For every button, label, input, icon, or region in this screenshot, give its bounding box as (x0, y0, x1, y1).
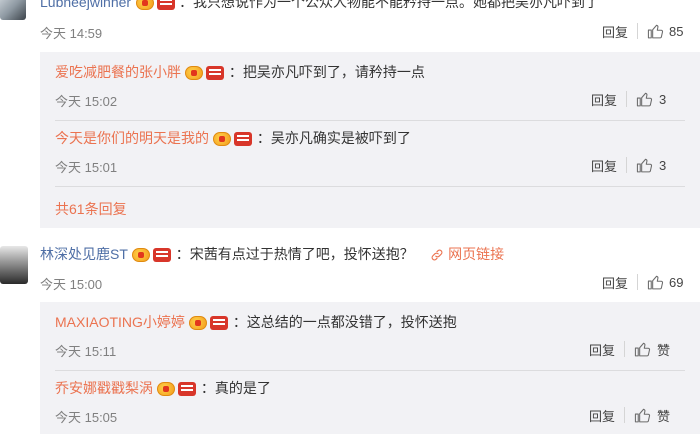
reply-button[interactable]: 回复 (591, 156, 617, 175)
reply-button[interactable]: 回复 (602, 22, 628, 41)
divider (55, 186, 685, 187)
comment-text: ：宋茜有点过于热情了吧，投怀送抱？ (175, 246, 414, 262)
level-badge-icon[interactable] (178, 381, 197, 396)
divider (637, 274, 639, 290)
divider (637, 23, 639, 39)
reply-username[interactable]: 爱吃减肥餐的张小胖 (55, 64, 181, 80)
level-badge-icon[interactable] (206, 65, 225, 80)
divider (55, 370, 685, 371)
thumbs-up-icon (636, 92, 653, 106)
reply-header: MAXIAOTING小婷婷 ：这总结的一点都没错了，投怀送抱 (55, 313, 457, 332)
reply-actions: 回复 3 (591, 89, 666, 109)
vip-badge-icon[interactable] (213, 131, 232, 146)
comment-actions: 回复 69 (602, 272, 683, 292)
level-badge-icon[interactable] (153, 247, 172, 262)
like-button[interactable]: 赞 (634, 340, 670, 359)
like-button[interactable]: 85 (647, 23, 683, 40)
reply-button[interactable]: 回复 (591, 90, 617, 109)
comment-username[interactable]: Lubneejwinner (40, 0, 131, 10)
web-link[interactable]: 网页链接 (430, 246, 504, 262)
reply-text: ：真的是了 (200, 380, 271, 396)
reply-actions: 回复 3 (591, 155, 666, 175)
reply-time: 今天 15:01 (55, 160, 118, 175)
like-count: 85 (669, 23, 684, 39)
like-button[interactable]: 3 (636, 157, 666, 174)
divider (55, 120, 685, 121)
reply-username[interactable]: 乔安娜戳戳梨涡 (55, 380, 153, 396)
vip-badge-icon[interactable] (189, 315, 208, 330)
avatar[interactable] (0, 0, 26, 20)
divider (626, 157, 628, 173)
reply-actions: 回复 赞 (589, 339, 670, 359)
like-button[interactable]: 赞 (634, 406, 670, 425)
vip-badge-icon[interactable] (132, 247, 151, 262)
reply-button[interactable]: 回复 (589, 340, 615, 359)
like-count: 3 (659, 91, 667, 107)
reply-header: 乔安娜戳戳梨涡 ：真的是了 (55, 379, 271, 398)
comment-header: Lubneejwinner ：我只想说作为一个公众人物能不能矜持一点。她都把吴亦… (40, 0, 599, 11)
reply-header: 爱吃减肥餐的张小胖 ：把吴亦凡吓到了，请矜持一点 (55, 63, 425, 82)
reply-text: ：吴亦凡确实是被吓到了 (256, 130, 411, 146)
divider (624, 407, 626, 423)
avatar[interactable] (0, 246, 28, 284)
reply-text: ：把吴亦凡吓到了，请矜持一点 (228, 64, 425, 80)
thumbs-up-icon (636, 158, 653, 172)
vip-badge-icon[interactable] (135, 0, 154, 10)
vip-badge-icon[interactable] (157, 381, 176, 396)
reply-username[interactable]: MAXIAOTING小婷婷 (55, 314, 185, 330)
comment-time: 今天 14:59 (40, 26, 103, 41)
vip-badge-icon[interactable] (185, 65, 204, 80)
reply-time: 今天 15:11 (55, 344, 117, 359)
more-replies-link[interactable]: 共61条回复 (55, 199, 127, 219)
divider (626, 91, 628, 107)
thumbs-up-icon (634, 342, 651, 356)
reply-text: ：这总结的一点都没错了，投怀送抱 (232, 314, 457, 330)
like-count: 3 (659, 157, 667, 173)
reply-time: 今天 15:05 (55, 410, 118, 425)
like-label: 赞 (657, 408, 671, 424)
like-count: 69 (669, 274, 684, 290)
reply-time: 今天 15:02 (55, 94, 118, 109)
reply-header: 今天是你们的明天是我的 ：吴亦凡确实是被吓到了 (55, 129, 411, 148)
web-link-label: 网页链接 (448, 246, 505, 262)
comment-text: ：我只想说作为一个公众人物能不能矜持一点。她都把吴亦凡吓到了 (178, 0, 599, 10)
reply-actions: 回复 赞 (589, 405, 670, 425)
level-badge-icon[interactable] (234, 131, 253, 146)
comment-actions: 回复 85 (602, 22, 683, 40)
level-badge-icon[interactable] (210, 315, 229, 330)
like-button[interactable]: 69 (647, 274, 683, 291)
reply-button[interactable]: 回复 (589, 406, 615, 425)
thumbs-up-icon (647, 275, 664, 289)
link-icon (431, 249, 443, 261)
reply-button[interactable]: 回复 (602, 273, 628, 292)
like-label: 赞 (657, 342, 671, 358)
thumbs-up-icon (634, 408, 651, 422)
reply-username[interactable]: 今天是你们的明天是我的 (55, 130, 209, 146)
comment-time: 今天 15:00 (40, 277, 103, 292)
like-button[interactable]: 3 (636, 91, 666, 108)
comment-header: 林深处见鹿ST ：宋茜有点过于热情了吧，投怀送抱？ 网页链接 (40, 245, 504, 264)
level-badge-icon[interactable] (156, 0, 175, 10)
thumbs-up-icon (647, 24, 664, 38)
divider (624, 341, 626, 357)
comment-username[interactable]: 林深处见鹿ST (40, 246, 128, 262)
